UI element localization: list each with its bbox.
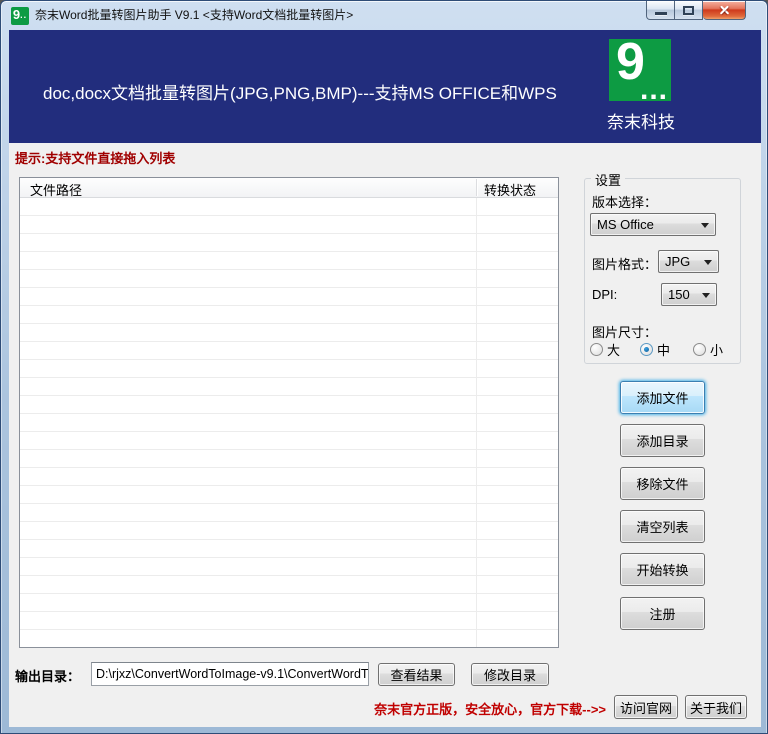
column-divider-body xyxy=(476,198,477,647)
radio-icon xyxy=(693,343,706,356)
file-list-header: 文件路径 转换状态 xyxy=(20,178,558,198)
chevron-down-icon xyxy=(701,223,709,228)
dpi-value: 150 xyxy=(668,287,690,302)
drag-drop-hint: 提示:支持文件直接拖入列表 xyxy=(15,151,176,166)
app-window: 9.. 奈末Word批量转图片助手 V9.1 <支持Word文档批量转图片> d… xyxy=(0,0,768,734)
chevron-down-icon xyxy=(702,293,710,298)
output-dir-label: 输出目录： xyxy=(15,669,81,684)
close-icon xyxy=(718,4,731,17)
image-format-select[interactable]: JPG xyxy=(658,250,719,273)
file-list-body[interactable] xyxy=(20,198,558,647)
radio-icon xyxy=(640,343,653,356)
column-divider xyxy=(476,179,477,196)
size-radio-small[interactable]: 小 xyxy=(693,340,723,359)
output-dir-input[interactable]: D:\rjxz\ConvertWordToImage-v9.1\ConvertW… xyxy=(91,662,369,686)
app-logo-icon: 9.. xyxy=(11,7,29,25)
remove-files-button[interactable]: 移除文件 xyxy=(620,467,705,500)
chevron-down-icon xyxy=(704,260,712,265)
close-button[interactable] xyxy=(703,1,746,20)
add-folder-button[interactable]: 添加目录 xyxy=(620,424,705,457)
company-logo-icon: 9 ... xyxy=(609,33,671,106)
version-select-value: MS Office xyxy=(597,217,654,232)
maximize-icon xyxy=(683,5,694,15)
dpi-select[interactable]: 150 xyxy=(661,283,717,306)
visit-website-button[interactable]: 访问官网 xyxy=(614,695,678,719)
dpi-label: DPI: xyxy=(592,287,618,302)
company-name: 奈末科技 xyxy=(607,113,675,132)
window-controls xyxy=(646,1,746,20)
settings-group-label: 设置 xyxy=(591,170,626,189)
start-convert-button[interactable]: 开始转换 xyxy=(620,553,705,586)
window-title: 奈末Word批量转图片助手 V9.1 <支持Word文档批量转图片> xyxy=(35,8,354,22)
titlebar[interactable]: 9.. 奈末Word批量转图片助手 V9.1 <支持Word文档批量转图片> xyxy=(1,1,767,30)
image-format-label: 图片格式： xyxy=(592,257,658,272)
minimize-button[interactable] xyxy=(646,1,675,20)
size-radio-medium[interactable]: 中 xyxy=(640,340,670,359)
add-files-button[interactable]: 添加文件 xyxy=(620,381,705,414)
view-results-button[interactable]: 查看结果 xyxy=(378,663,455,686)
modify-dir-button[interactable]: 修改目录 xyxy=(471,663,549,686)
banner-text: doc,docx文档批量转图片(JPG,PNG,BMP)---支持MS OFFI… xyxy=(43,84,557,103)
version-label: 版本选择： xyxy=(592,195,658,210)
column-header-status[interactable]: 转换状态 xyxy=(484,180,536,199)
header-banner: doc,docx文档批量转图片(JPG,PNG,BMP)---支持MS OFFI… xyxy=(9,30,761,143)
about-us-button[interactable]: 关于我们 xyxy=(685,695,747,719)
image-size-label: 图片尺寸： xyxy=(592,325,658,340)
image-format-value: JPG xyxy=(665,254,691,269)
maximize-button[interactable] xyxy=(675,1,703,20)
clear-list-button[interactable]: 清空列表 xyxy=(620,510,705,543)
file-list[interactable]: 文件路径 转换状态 xyxy=(19,177,559,648)
register-button[interactable]: 注册 xyxy=(620,597,705,630)
radio-icon xyxy=(590,343,603,356)
official-promo-text: 奈末官方正版，安全放心，官方下载-->> xyxy=(374,702,606,717)
version-select[interactable]: MS Office xyxy=(590,213,716,236)
column-header-filepath[interactable]: 文件路径 xyxy=(30,180,82,199)
size-radio-large[interactable]: 大 xyxy=(590,340,620,359)
minimize-icon xyxy=(654,12,667,15)
